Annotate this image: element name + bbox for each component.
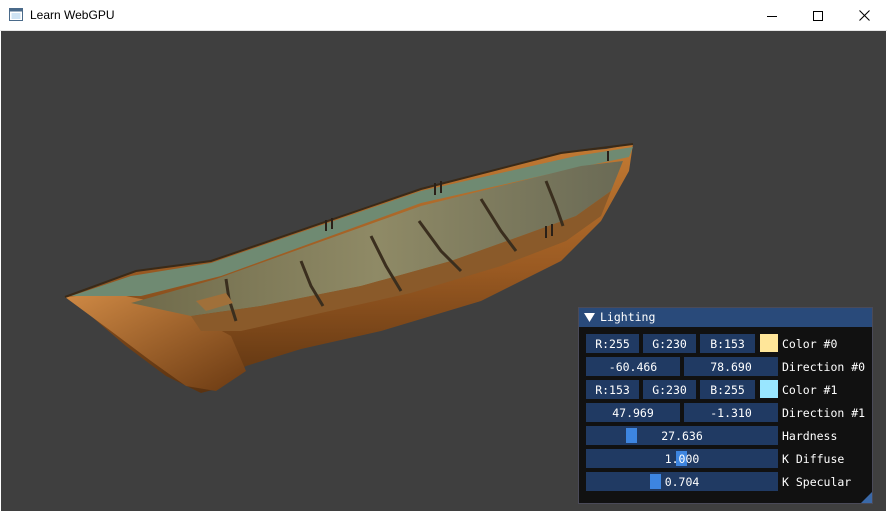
minimize-button[interactable] (749, 0, 795, 31)
k-diffuse-value: 1.000 (664, 451, 700, 466)
direction0-label: Direction #0 (782, 360, 866, 374)
lighting-panel-header[interactable]: Lighting (579, 308, 872, 327)
close-button[interactable] (841, 0, 887, 31)
color0-g-field[interactable]: G:230 (643, 334, 696, 353)
color1-label: Color #1 (782, 383, 838, 397)
window-title: Learn WebGPU (30, 8, 115, 22)
render-viewport[interactable]: Lighting R:255 G:230 B:153 Color #0 -60.… (1, 31, 886, 511)
direction1-y-field[interactable]: -1.310 (684, 403, 778, 422)
direction0-y-field[interactable]: 78.690 (684, 357, 778, 376)
color1-r-field[interactable]: R:153 (586, 380, 639, 399)
k-diffuse-slider[interactable]: 1.000 (586, 449, 778, 468)
maximize-button[interactable] (795, 0, 841, 31)
color0-label: Color #0 (782, 337, 838, 351)
k-diffuse-label: K Diffuse (782, 452, 845, 466)
hardness-slider[interactable]: 27.636 (586, 426, 778, 445)
lighting-panel: Lighting R:255 G:230 B:153 Color #0 -60.… (578, 307, 873, 504)
direction1-x-field[interactable]: 47.969 (586, 403, 680, 422)
direction0-x-field[interactable]: -60.466 (586, 357, 680, 376)
k-specular-label: K Specular (782, 475, 852, 489)
collapse-arrow-icon[interactable] (584, 312, 595, 322)
lighting-panel-title: Lighting (600, 310, 656, 324)
k-specular-slider[interactable]: 0.704 (586, 472, 778, 491)
color1-g-field[interactable]: G:230 (643, 380, 696, 399)
color1-b-field[interactable]: B:255 (700, 380, 755, 399)
hardness-value: 27.636 (661, 428, 703, 443)
panel-resize-grip[interactable] (861, 492, 872, 503)
minimize-icon (767, 15, 777, 17)
k-specular-value: 0.704 (664, 474, 700, 489)
maximize-icon (813, 10, 823, 21)
color0-r-field[interactable]: R:255 (586, 334, 639, 353)
hardness-slider-grab[interactable] (626, 428, 637, 443)
color1-swatch[interactable] (760, 380, 778, 398)
direction1-label: Direction #1 (782, 406, 866, 420)
app-icon (9, 8, 23, 21)
color0-swatch[interactable] (760, 334, 778, 352)
color0-b-field[interactable]: B:153 (700, 334, 755, 353)
window-titlebar: Learn WebGPU (0, 0, 887, 31)
close-icon (858, 10, 870, 21)
k-specular-slider-grab[interactable] (650, 474, 661, 489)
hardness-label: Hardness (782, 429, 838, 443)
